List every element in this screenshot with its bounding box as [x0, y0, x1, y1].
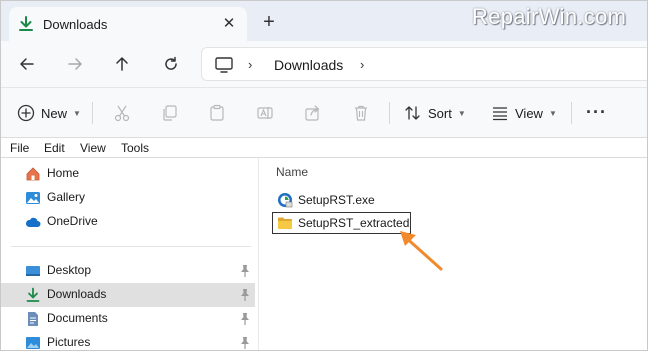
arrow-right-icon[interactable] — [64, 53, 86, 75]
cloud-icon — [25, 217, 41, 227]
gallery-icon — [26, 192, 40, 204]
navigation-bar: › Downloads › — [1, 41, 647, 87]
sort-label: Sort — [428, 105, 452, 121]
add-icon — [17, 104, 35, 122]
file-row-setuprst-exe[interactable]: SetupRST.exe — [272, 189, 436, 211]
divider — [11, 246, 251, 247]
tab-title: Downloads — [43, 17, 108, 32]
address-bar[interactable]: › Downloads › — [201, 47, 647, 81]
column-header-name[interactable]: Name — [276, 165, 308, 179]
new-button[interactable]: New ▼ — [17, 102, 81, 124]
sidebar-item-label: Gallery — [47, 190, 86, 204]
plus-icon[interactable]: + — [259, 12, 279, 33]
menu-tools[interactable]: Tools — [121, 141, 149, 155]
sidebar-item-label: OneDrive — [47, 214, 98, 228]
download-icon — [26, 287, 40, 302]
arrow-left-icon[interactable] — [16, 53, 38, 75]
pin-icon[interactable] — [239, 264, 251, 278]
command-bar: New ▼ Sort ▼ View ▼ ··· — [1, 87, 647, 137]
download-icon — [19, 16, 33, 31]
sidebar-item-label: Downloads — [47, 287, 107, 301]
desktop-icon — [26, 266, 40, 276]
sort-icon — [405, 106, 420, 120]
navigation-pane: Home Gallery OneDrive Desktop Downloads … — [1, 158, 259, 350]
sidebar-item-desktop[interactable]: Desktop — [1, 259, 255, 283]
delete-icon[interactable] — [352, 104, 370, 122]
pictures-icon — [26, 337, 40, 349]
pin-icon[interactable] — [239, 288, 251, 302]
new-label: New — [41, 105, 68, 121]
menu-bar: File Edit View Tools — [1, 137, 647, 158]
more-icon[interactable]: ··· — [586, 102, 607, 123]
divider — [389, 102, 390, 124]
tab-downloads[interactable]: Downloads ✕ — [9, 7, 247, 41]
annotation-arrow-icon — [400, 231, 443, 271]
paste-icon[interactable] — [208, 104, 226, 122]
sidebar-item-label: Pictures — [47, 335, 91, 349]
chevron-down-icon: ▼ — [457, 108, 466, 118]
installer-icon — [278, 193, 293, 208]
sidebar-item-label: Documents — [47, 311, 108, 325]
arrow-up-icon[interactable] — [111, 53, 133, 75]
sort-button[interactable]: Sort ▼ — [404, 102, 466, 124]
view-label: View — [515, 105, 543, 121]
view-button[interactable]: View ▼ — [491, 102, 557, 124]
sidebar-item-label: Desktop — [47, 263, 92, 277]
close-icon[interactable]: ✕ — [219, 13, 239, 33]
sidebar-item-onedrive[interactable]: OneDrive — [1, 210, 255, 234]
chevron-right-icon[interactable]: › — [360, 57, 364, 72]
pin-icon[interactable] — [239, 312, 251, 326]
file-name: SetupRST.exe — [298, 193, 375, 207]
sidebar-item-pictures[interactable]: Pictures — [1, 331, 255, 350]
file-explorer-window: Downloads ✕ + RepairWin.com › Downloads … — [0, 0, 648, 351]
computer-icon — [215, 57, 233, 73]
document-icon — [28, 312, 38, 326]
address-segment[interactable]: Downloads — [274, 57, 343, 73]
sidebar-item-label: Home — [47, 166, 80, 180]
menu-edit[interactable]: Edit — [44, 141, 65, 155]
sidebar-item-downloads[interactable]: Downloads — [1, 283, 255, 307]
title-bar: Downloads ✕ + RepairWin.com — [1, 1, 647, 41]
share-icon[interactable] — [304, 104, 322, 122]
refresh-icon[interactable] — [160, 53, 182, 75]
watermark: RepairWin.com — [472, 4, 627, 29]
file-name: SetupRST_extracted — [298, 216, 410, 230]
divider — [571, 102, 572, 124]
rename-icon[interactable] — [256, 104, 274, 122]
pin-icon[interactable] — [239, 336, 251, 350]
menu-file[interactable]: File — [10, 141, 29, 155]
folder-icon — [278, 217, 292, 229]
divider — [92, 102, 93, 124]
menu-view[interactable]: View — [80, 141, 106, 155]
home-icon — [26, 167, 40, 181]
sidebar-item-documents[interactable]: Documents — [1, 307, 255, 331]
cut-icon[interactable] — [113, 104, 131, 122]
sidebar-item-gallery[interactable]: Gallery — [1, 186, 255, 210]
view-icon — [493, 107, 507, 121]
copy-icon[interactable] — [161, 104, 179, 122]
chevron-down-icon: ▼ — [73, 108, 81, 118]
chevron-down-icon: ▼ — [548, 108, 557, 118]
file-list: Name SetupRST.exe SetupRST_extracted — [260, 158, 647, 350]
chevron-right-icon[interactable]: › — [248, 57, 252, 72]
sidebar-item-home[interactable]: Home — [1, 162, 255, 186]
file-row-setuprst-extracted[interactable]: SetupRST_extracted — [272, 212, 411, 234]
